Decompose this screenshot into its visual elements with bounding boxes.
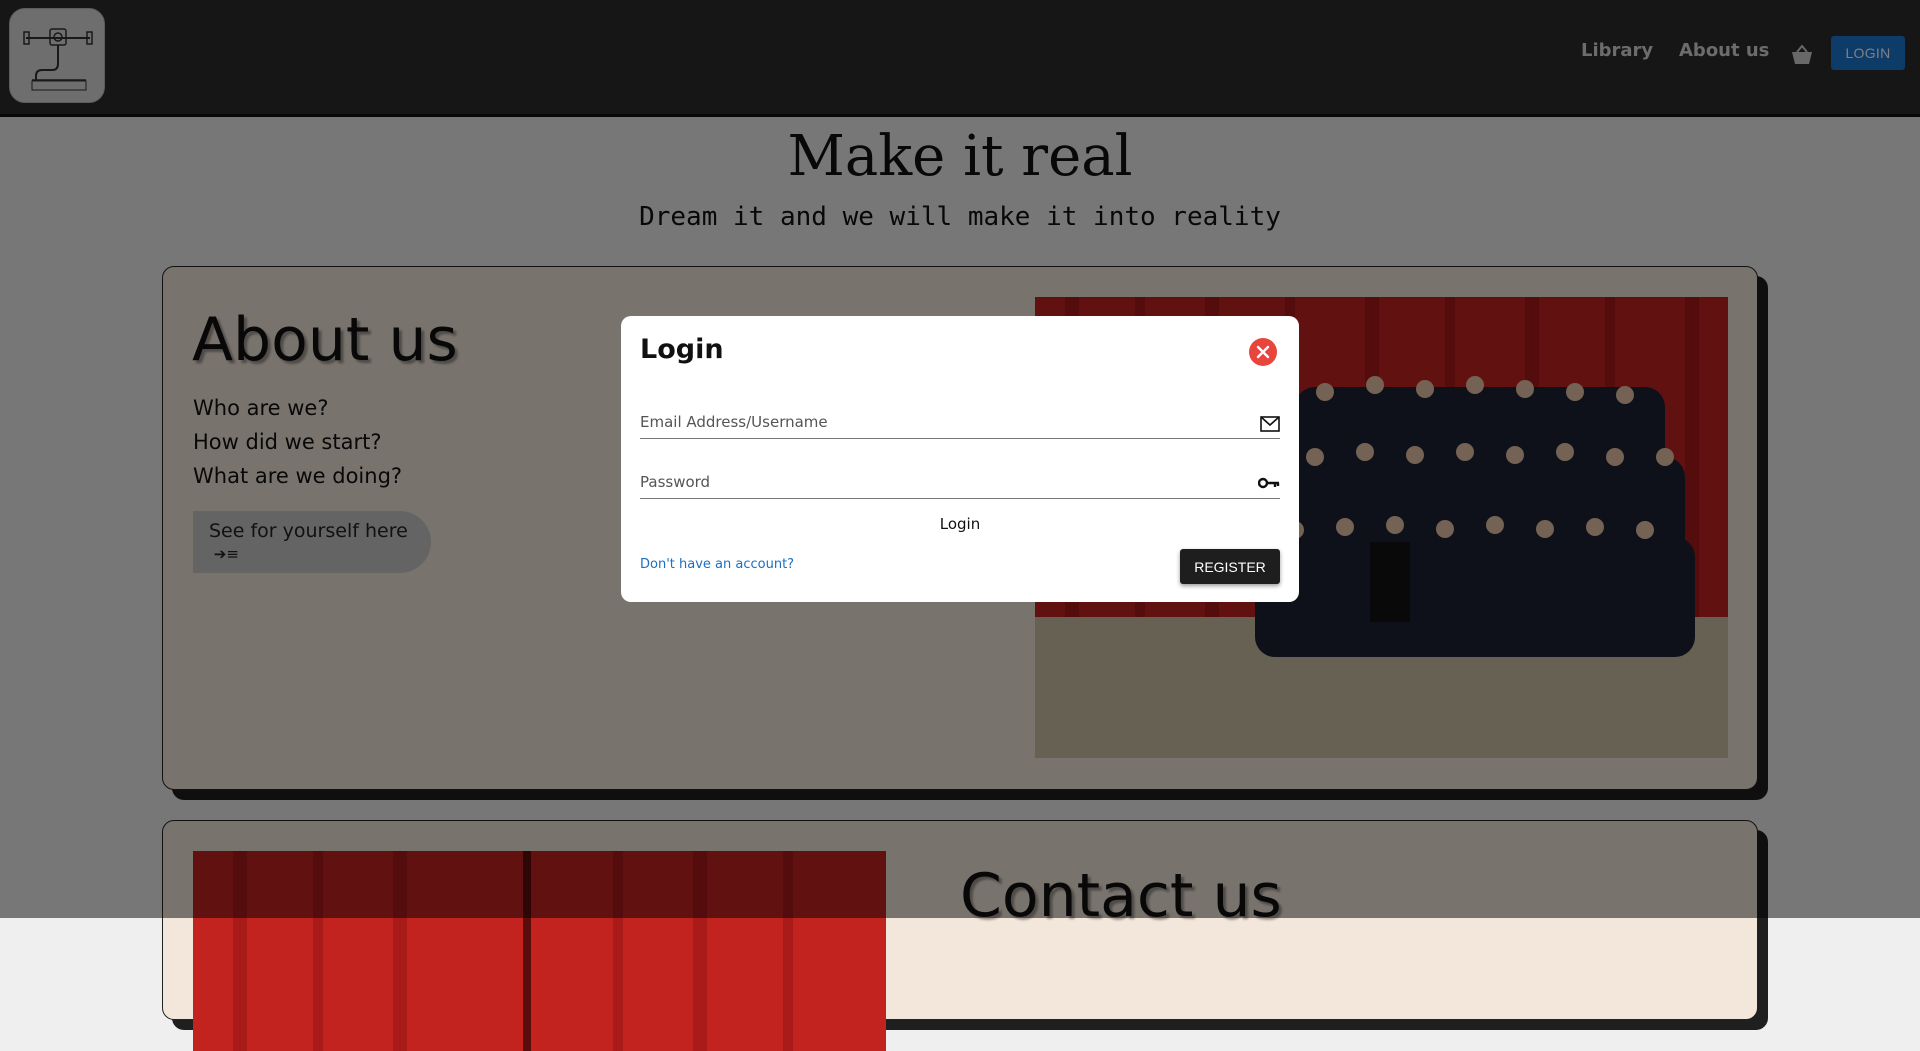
modal-title: Login	[640, 334, 724, 365]
close-icon	[1256, 345, 1270, 359]
signup-link[interactable]: Don't have an account?	[640, 557, 794, 572]
login-modal: Login Login Don't have an account? REGIS…	[621, 316, 1299, 602]
email-field	[640, 408, 1280, 439]
password-input[interactable]	[640, 468, 1240, 496]
key-icon	[1258, 477, 1280, 489]
register-button[interactable]: REGISTER	[1180, 549, 1280, 584]
email-input[interactable]	[640, 408, 1240, 436]
modal-login-button[interactable]: Login	[910, 512, 1010, 536]
password-field	[640, 468, 1280, 499]
close-modal-button[interactable]	[1249, 338, 1277, 366]
mail-icon	[1260, 416, 1280, 432]
